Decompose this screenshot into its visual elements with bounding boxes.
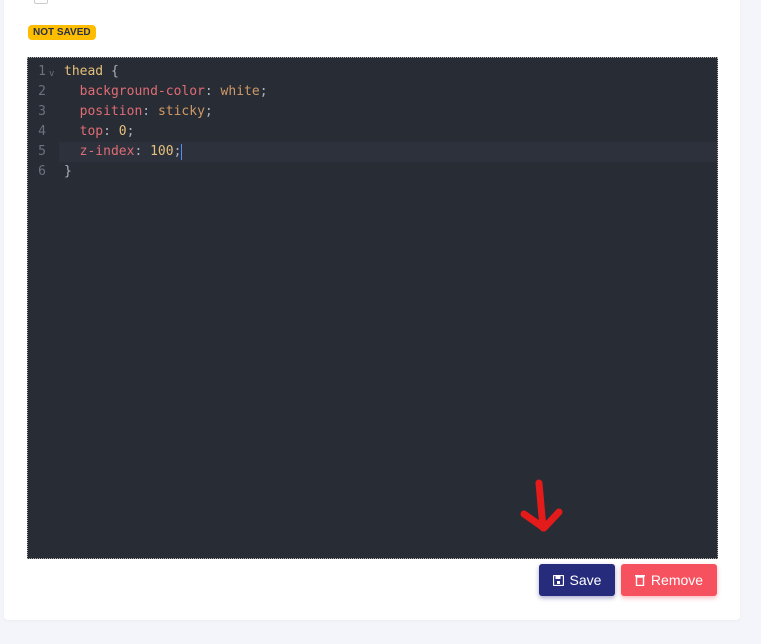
floppy-disk-icon bbox=[552, 574, 564, 586]
token: } bbox=[64, 164, 72, 179]
line-number: 4 bbox=[38, 124, 46, 139]
token: 100 bbox=[150, 144, 174, 159]
token: sticky bbox=[157, 104, 205, 119]
fold-chevron-icon[interactable]: v bbox=[49, 64, 54, 84]
line-number: 6 bbox=[38, 164, 46, 179]
code-editor[interactable]: 1 v thead { 2 background-color: white; 3… bbox=[27, 57, 718, 559]
token: top bbox=[79, 124, 104, 139]
token: position bbox=[79, 104, 143, 119]
save-label: Save bbox=[569, 572, 602, 588]
code-line: 2 background-color: white; bbox=[28, 82, 717, 102]
token: 0 bbox=[118, 124, 127, 139]
token: thead bbox=[64, 64, 104, 79]
annotation-arrow-icon bbox=[520, 479, 563, 532]
code-line: 3 position: sticky; bbox=[28, 102, 717, 122]
token: background-color bbox=[79, 84, 205, 99]
code-line: 1 v thead { bbox=[28, 62, 717, 82]
line-number: 5 bbox=[38, 144, 46, 159]
line-number: 2 bbox=[38, 84, 46, 99]
status-badge: NOT SAVED bbox=[28, 25, 96, 40]
token: { bbox=[103, 64, 119, 79]
remove-label: Remove bbox=[650, 572, 704, 588]
checkbox[interactable] bbox=[34, 0, 48, 4]
code-line: 6 } bbox=[28, 162, 717, 182]
line-number: 1 bbox=[38, 64, 46, 79]
code-line-active: 5 z-index: 100; bbox=[28, 142, 717, 162]
line-number: 3 bbox=[38, 104, 46, 119]
trash-icon bbox=[634, 575, 645, 586]
text-cursor bbox=[181, 143, 183, 160]
remove-button[interactable]: Remove bbox=[621, 564, 717, 596]
save-button[interactable]: Save bbox=[539, 564, 615, 596]
code-line: 4 top: 0; bbox=[28, 122, 717, 142]
token: z-index bbox=[79, 144, 135, 159]
token: white bbox=[220, 84, 260, 99]
